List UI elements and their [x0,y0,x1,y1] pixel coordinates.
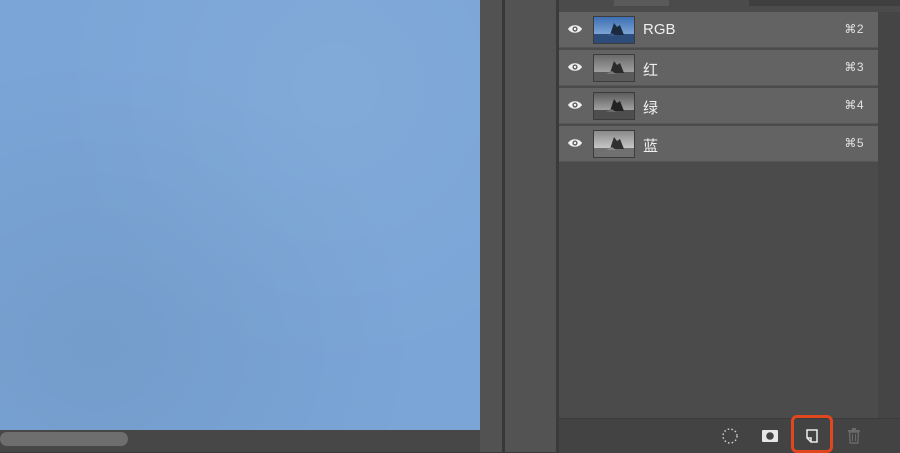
new-channel-highlight [791,415,833,453]
document-canvas[interactable] [0,0,480,430]
channel-shortcut: ⌘4 [844,98,864,112]
eye-icon[interactable] [567,23,583,35]
scrollbar-corner [480,430,502,452]
channel-shortcut: ⌘2 [844,22,864,36]
channel-thumbnail [593,16,635,44]
channel-thumbnail [593,130,635,158]
channel-row-blue[interactable]: 蓝 ⌘5 [559,126,878,162]
channel-row-rgb[interactable]: RGB ⌘2 [559,12,878,48]
eye-icon[interactable] [567,137,583,149]
channel-shortcut: ⌘5 [844,136,864,150]
eye-icon[interactable] [567,61,583,73]
channel-name: RGB [643,21,676,38]
dotted-circle-icon[interactable] [719,425,741,447]
horizontal-scroll-thumb[interactable] [0,432,128,446]
channel-row-red[interactable]: 红 ⌘3 [559,50,878,86]
channel-name: 蓝 [643,138,659,155]
mask-icon[interactable] [759,425,781,447]
channel-thumbnail [593,54,635,82]
channel-list: RGB ⌘2 红 ⌘3 绿 ⌘4 蓝 ⌘5 [559,12,878,164]
channels-panel: RGB ⌘2 红 ⌘3 绿 ⌘4 蓝 ⌘5 [559,0,900,453]
eye-icon[interactable] [567,99,583,111]
trash-icon[interactable] [843,425,865,447]
panel-footer [559,418,900,453]
channel-row-green[interactable]: 绿 ⌘4 [559,88,878,124]
channel-thumbnail [593,92,635,120]
panel-tab[interactable] [749,0,900,6]
channel-name: 绿 [643,100,659,117]
panel-tab[interactable] [614,0,669,6]
vertical-scrollbar[interactable] [480,0,502,430]
panel-scrollbar[interactable] [878,12,900,418]
panel-tab-strip [559,0,900,8]
collapsed-panel-strip [505,0,556,452]
channel-name: 红 [643,62,659,79]
channel-shortcut: ⌘3 [844,60,864,74]
